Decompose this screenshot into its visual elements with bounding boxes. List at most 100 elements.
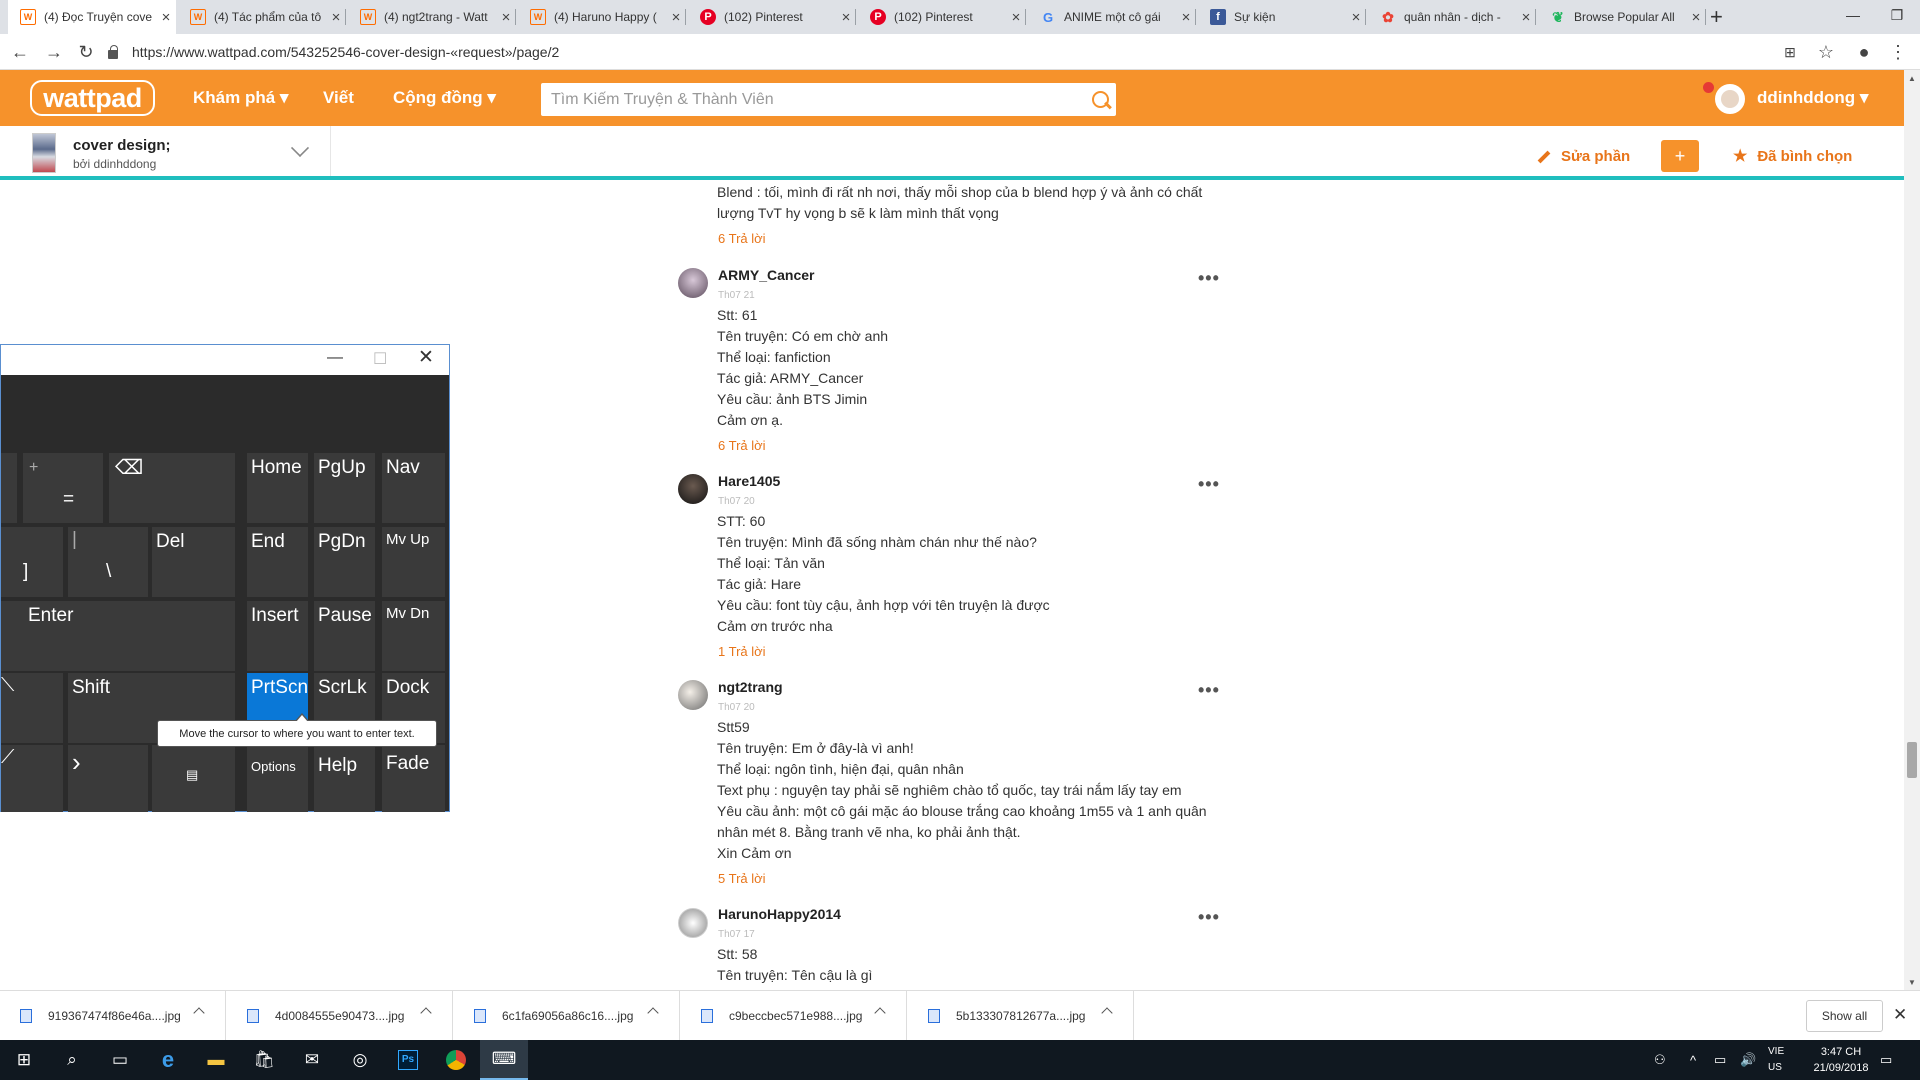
file-explorer-icon[interactable]: ▬: [192, 1040, 240, 1080]
key-pgup[interactable]: PgUp: [314, 453, 375, 523]
scrollbar-thumb[interactable]: [1907, 742, 1917, 778]
comment-author[interactable]: ngt2trang: [718, 679, 783, 695]
comment-author[interactable]: ARMY_Cancer: [718, 267, 814, 283]
chevron-up-icon[interactable]: [647, 1007, 659, 1019]
key-home[interactable]: Home: [247, 453, 308, 523]
maximize-icon[interactable]: ☐: [373, 349, 387, 369]
action-center-icon[interactable]: ▭: [1880, 1040, 1892, 1080]
vote-button[interactable]: ★ Đã bình chọn: [1733, 146, 1852, 166]
key-equals[interactable]: + =: [23, 453, 103, 523]
chrome-icon[interactable]: [432, 1040, 480, 1080]
language-indicator[interactable]: VIE US: [1768, 1044, 1798, 1076]
chevron-up-icon[interactable]: [1101, 1007, 1113, 1019]
more-options-icon[interactable]: •••: [1198, 680, 1220, 701]
task-view-icon[interactable]: ▭: [96, 1040, 144, 1080]
key-options[interactable]: Options: [247, 745, 308, 812]
on-screen-keyboard-taskbar-icon[interactable]: ⌨: [480, 1040, 528, 1080]
close-tab-icon[interactable]: ×: [1176, 9, 1196, 26]
translate-icon[interactable]: ⊞: [1778, 40, 1802, 64]
key-enter[interactable]: Enter: [1, 601, 235, 671]
volume-icon[interactable]: 🔊: [1740, 1040, 1756, 1080]
menu-kebab-icon[interactable]: ⋮: [1886, 40, 1910, 64]
chevron-up-icon[interactable]: [420, 1007, 432, 1019]
key-pgdn[interactable]: PgDn: [314, 527, 375, 597]
tab-tac-pham[interactable]: W (4) Tác phẩm của tô ×: [178, 0, 346, 34]
forward-icon[interactable]: →: [42, 40, 66, 64]
key-backslash[interactable]: | \: [68, 527, 148, 597]
replies-link[interactable]: 6 Trả lời: [718, 438, 766, 453]
more-options-icon[interactable]: •••: [1198, 268, 1220, 289]
key-end[interactable]: End: [247, 527, 308, 597]
chevron-down-icon[interactable]: [290, 138, 310, 158]
chevron-up-icon[interactable]: ^: [1690, 1040, 1696, 1080]
story-cover-image[interactable]: [32, 133, 56, 173]
close-tab-icon[interactable]: ×: [1516, 9, 1536, 26]
avatar[interactable]: [678, 474, 708, 504]
network-icon[interactable]: ▭: [1714, 1040, 1726, 1080]
media-player-icon[interactable]: ◎: [336, 1040, 384, 1080]
minimize-icon[interactable]: —: [1830, 0, 1876, 30]
tab-haruno[interactable]: W (4) Haruno Happy (×: [518, 0, 686, 34]
key-arrow-partial-2[interactable]: ⟋: [1, 745, 63, 812]
key-backspace[interactable]: ⌫: [109, 453, 235, 523]
page-scrollbar[interactable]: [1904, 70, 1920, 990]
story-title[interactable]: cover design;: [73, 137, 171, 154]
user-menu[interactable]: ddinhddong ▾: [1757, 88, 1868, 108]
close-tab-icon[interactable]: ×: [666, 9, 686, 26]
tab-anime-search[interactable]: G ANIME một cô gái ×: [1028, 0, 1196, 34]
replies-link[interactable]: 5 Trả lời: [718, 871, 766, 886]
address-bar[interactable]: https://www.wattpad.com/543252546-cover-…: [108, 38, 1828, 66]
nav-community[interactable]: Cộng đồng ▾: [393, 88, 496, 108]
key-insert[interactable]: Insert: [247, 601, 308, 671]
key-mv-up[interactable]: Mv Up: [382, 527, 445, 597]
download-item[interactable]: c9beccbec571e988....jpg: [681, 991, 907, 1041]
profile-icon[interactable]: ●: [1852, 40, 1876, 64]
close-icon[interactable]: ✕: [1893, 1005, 1907, 1025]
restore-icon[interactable]: ❐: [1874, 0, 1920, 30]
download-item[interactable]: 5b133307812677a....jpg: [908, 991, 1134, 1041]
scroll-down-arrow-icon[interactable]: ▼: [1908, 978, 1916, 987]
replies-link[interactable]: 6 Trả lời: [718, 231, 766, 246]
store-icon[interactable]: 🛍: [240, 1040, 288, 1080]
close-tab-icon[interactable]: ×: [496, 9, 516, 26]
scroll-up-arrow-icon[interactable]: ▲: [1908, 74, 1916, 83]
tab-quan-nhan[interactable]: ✿ quân nhân - dịch - ×: [1368, 0, 1536, 34]
new-tab-icon[interactable]: +: [1710, 4, 1723, 30]
key-right-arrow[interactable]: ›: [68, 745, 148, 812]
minimize-icon[interactable]: —: [327, 349, 343, 367]
close-tab-icon[interactable]: ×: [156, 9, 176, 26]
avatar[interactable]: [678, 268, 708, 298]
avatar[interactable]: [678, 908, 708, 938]
bookmark-star-icon[interactable]: ☆: [1814, 40, 1838, 64]
download-item[interactable]: 4d0084555e90473....jpg: [227, 991, 453, 1041]
key-partial[interactable]: [1, 453, 17, 523]
close-tab-icon[interactable]: ×: [836, 9, 856, 26]
more-options-icon[interactable]: •••: [1198, 474, 1220, 495]
tab-su-kien[interactable]: f Sự kiện ×: [1198, 0, 1366, 34]
key-arrow-partial[interactable]: ⟍: [1, 673, 63, 743]
more-options-icon[interactable]: •••: [1198, 907, 1220, 928]
key-del[interactable]: Del: [152, 527, 235, 597]
reload-icon[interactable]: ↻: [74, 40, 98, 64]
download-item[interactable]: 6c1fa69056a86c16....jpg: [454, 991, 680, 1041]
key-pause[interactable]: Pause: [314, 601, 375, 671]
key-fade[interactable]: Fade: [382, 745, 445, 812]
people-icon[interactable]: ⚇: [1654, 1040, 1666, 1080]
key-help[interactable]: Help: [314, 745, 375, 812]
tab-doc-truyen[interactable]: W (4) Đọc Truyện cove ×: [8, 0, 176, 34]
mail-icon[interactable]: ✉: [288, 1040, 336, 1080]
edit-part-button[interactable]: Sửa phần: [1537, 148, 1630, 165]
url-text[interactable]: https://www.wattpad.com/543252546-cover-…: [132, 44, 559, 60]
tab-pinterest-1[interactable]: P (102) Pinterest ×: [688, 0, 856, 34]
avatar[interactable]: [678, 680, 708, 710]
close-tab-icon[interactable]: ×: [1346, 9, 1366, 26]
keyboard-titlebar[interactable]: — ☐ ✕: [1, 345, 449, 375]
add-to-list-button[interactable]: +: [1661, 140, 1699, 172]
key-nav[interactable]: Nav: [382, 453, 445, 523]
wattpad-logo[interactable]: wattpad: [30, 80, 155, 116]
close-tab-icon[interactable]: ×: [1006, 9, 1026, 26]
comment-author[interactable]: HarunoHappy2014: [718, 906, 841, 922]
key-bracket[interactable]: ]: [1, 527, 63, 597]
avatar[interactable]: [1715, 84, 1745, 114]
search-icon[interactable]: [1084, 84, 1116, 116]
